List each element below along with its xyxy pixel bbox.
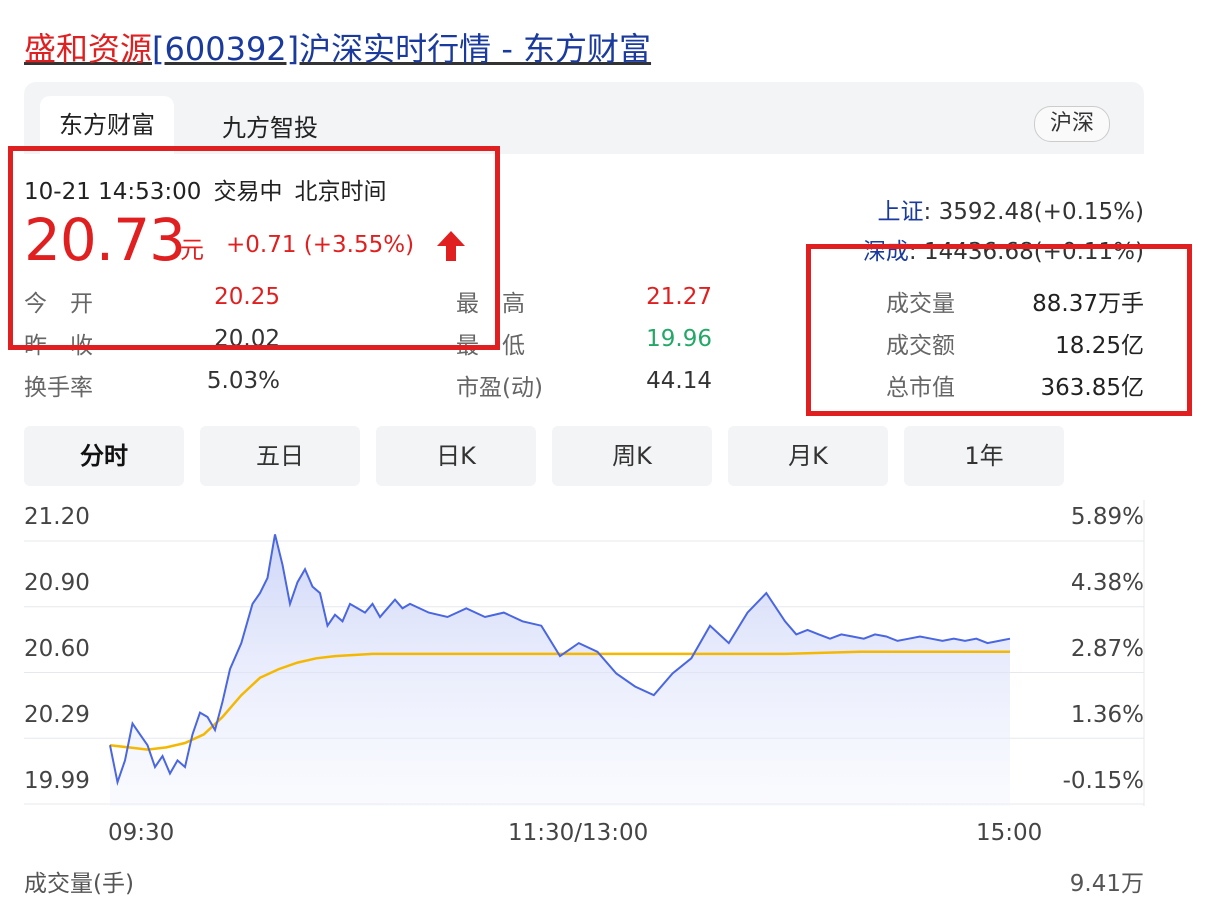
tab-bar: 东方财富 九方智投 沪深 <box>24 82 1144 154</box>
y-right-tick: -0.15% <box>1062 768 1144 794</box>
y-left-tick: 19.99 <box>24 768 90 794</box>
title-rest[interactable]: [600392]沪深实时行情 - 东方财富 <box>152 30 651 68</box>
annotation-box-price <box>8 146 500 350</box>
index-shanghai-value: 3592.48(+0.15%) <box>938 199 1144 225</box>
average-price-line <box>109 650 1010 751</box>
period-button-daily-k[interactable]: 日K <box>376 426 536 486</box>
period-button-intraday[interactable]: 分时 <box>24 426 184 486</box>
high-value: 21.27 <box>646 284 712 310</box>
y-left-tick: 21.20 <box>24 504 90 530</box>
price-line <box>109 534 1011 787</box>
period-button-monthly-k[interactable]: 月K <box>728 426 888 486</box>
page-title[interactable]: 盛和资源[600392]沪深实时行情 - 东方财富 <box>24 24 651 70</box>
period-button-weekly-k[interactable]: 周K <box>552 426 712 486</box>
x-tick: 15:00 <box>976 820 1043 846</box>
index-shanghai[interactable]: 上证: 3592.48(+0.15%) <box>878 192 1144 226</box>
turnover-label: 换手率 <box>24 375 93 401</box>
y-right-tick: 5.89% <box>1070 504 1144 530</box>
y-right-tick: 1.36% <box>1070 702 1144 728</box>
market-badge[interactable]: 沪深 <box>1034 106 1110 142</box>
volume-chart-label: 成交量(手) <box>24 871 134 897</box>
pe-label: 市盈(动) <box>456 375 543 401</box>
period-button-1year[interactable]: 1年 <box>904 426 1064 486</box>
y-left-tick: 20.29 <box>24 702 90 728</box>
price-area-fill <box>110 534 1010 806</box>
x-tick: 11:30/13:00 <box>508 820 649 846</box>
y-right-tick: 2.87% <box>1070 636 1144 662</box>
y-right-tick: 4.38% <box>1070 570 1144 596</box>
pe-value: 44.14 <box>646 368 712 394</box>
period-button-5day[interactable]: 五日 <box>200 426 360 486</box>
y-left-tick: 20.90 <box>24 570 90 596</box>
turnover-value: 5.03% <box>206 368 280 394</box>
title-stock-name[interactable]: 盛和资源 <box>24 30 152 68</box>
index-shanghai-name[interactable]: 上证 <box>878 199 924 225</box>
tab-jiufang[interactable]: 九方智投 <box>222 108 318 143</box>
volume-chart-max: 9.41万 <box>1069 871 1144 897</box>
annotation-box-volume <box>806 244 1192 416</box>
low-value: 19.96 <box>646 326 712 352</box>
x-tick: 09:30 <box>108 820 175 846</box>
y-left-tick: 20.60 <box>24 636 90 662</box>
